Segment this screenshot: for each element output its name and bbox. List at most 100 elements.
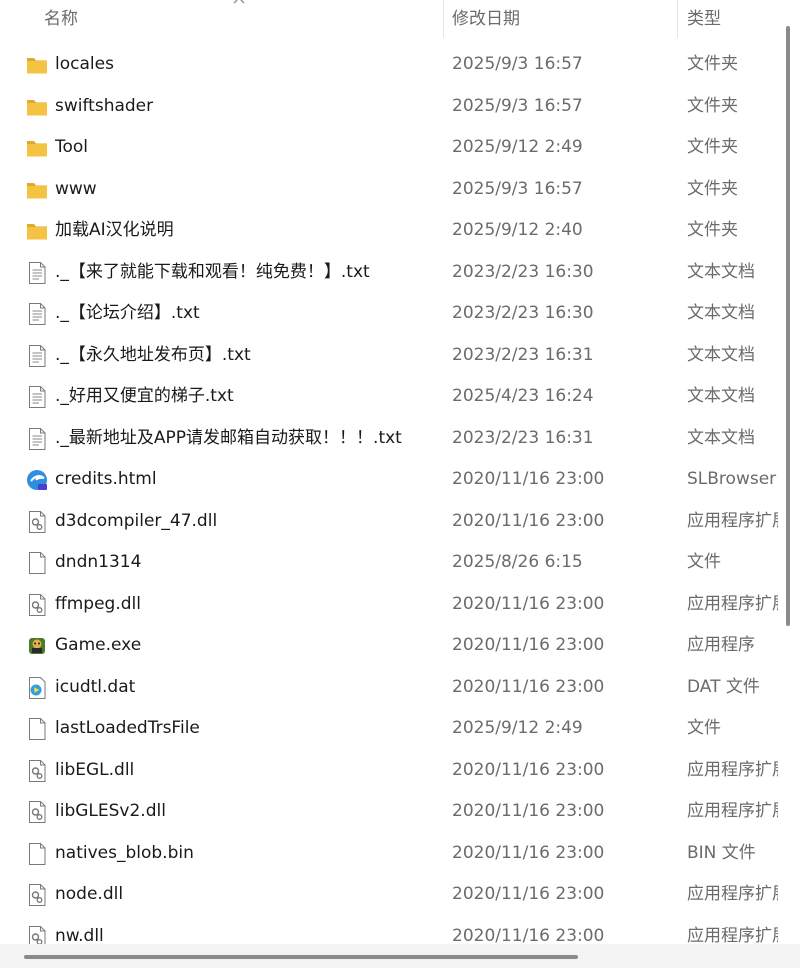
list-item[interactable]: Game.exe 2020/11/16 23:00 应用程序 — [0, 625, 778, 667]
file-name: dndn1314 — [55, 552, 142, 572]
list-item[interactable]: ._【永久地址发布页】.txt 2023/2/23 16:31 文本文档 — [0, 335, 778, 377]
list-item[interactable]: natives_blob.bin 2020/11/16 23:00 BIN 文件 — [0, 833, 778, 875]
list-item[interactable]: ._好用又便宜的梯子.txt 2025/4/23 16:24 文本文档 — [0, 376, 778, 418]
list-item[interactable]: 加载AI汉化说明 2025/9/12 2:40 文件夹 — [0, 210, 778, 252]
list-item[interactable]: locales 2025/9/3 16:57 文件夹 — [0, 44, 778, 86]
browser-icon — [26, 468, 48, 492]
modified-date: 2020/11/16 23:00 — [452, 759, 605, 780]
folder-icon — [26, 178, 48, 202]
file-name: libGLESv2.dll — [55, 801, 166, 821]
file-name: lastLoadedTrsFile — [55, 718, 200, 738]
file-name: ._好用又便宜的梯子.txt — [55, 386, 234, 406]
list-item[interactable]: d3dcompiler_47.dll 2020/11/16 23:00 应用程序扩展 — [0, 501, 778, 543]
modified-date: 2020/11/16 23:00 — [452, 635, 605, 655]
modified-date: 2023/2/23 16:31 — [452, 344, 594, 365]
modified-date: 2020/11/16 23:00 — [452, 676, 605, 697]
modified-date: 2025/8/26 6:15 — [452, 552, 583, 572]
modified-date: 2020/11/16 23:00 — [452, 884, 605, 904]
file-type: BIN 文件 — [687, 842, 756, 863]
file-type: 应用程序扩展 — [687, 593, 778, 614]
file-type: 应用程序扩展 — [687, 884, 778, 904]
file-type: 应用程序扩展 — [687, 510, 778, 531]
file-name: Game.exe — [55, 635, 142, 655]
modified-date: 2025/9/3 16:57 — [452, 95, 583, 116]
file-type: 文件夹 — [687, 137, 738, 157]
column-header: 名称 修改日期 类型 — [0, 0, 778, 38]
file-name: icudtl.dat — [55, 676, 136, 697]
vertical-scrollbar[interactable] — [778, 0, 800, 944]
date-column-header[interactable]: 修改日期 — [452, 0, 520, 38]
file-type: 文件 — [687, 552, 721, 572]
file-type: 文本文档 — [687, 261, 755, 282]
file-name: d3dcompiler_47.dll — [55, 510, 218, 531]
file-name: www — [55, 178, 97, 199]
dll-file-icon — [26, 593, 48, 617]
modified-date: 2025/9/3 16:57 — [452, 178, 583, 199]
modified-date: 2023/2/23 16:30 — [452, 303, 594, 323]
folder-icon — [26, 95, 48, 119]
file-name: locales — [55, 54, 114, 74]
file-name: natives_blob.bin — [55, 842, 194, 863]
file-type: 文本文档 — [687, 386, 755, 406]
modified-date: 2020/11/16 23:00 — [452, 510, 605, 531]
text-file-icon — [26, 427, 48, 451]
modified-date: 2020/11/16 23:00 — [452, 469, 605, 489]
file-name: 加载AI汉化说明 — [55, 220, 174, 240]
file-type: 应用程序扩展 — [687, 759, 778, 780]
list-item[interactable]: credits.html 2020/11/16 23:00 SLBrowser — [0, 459, 778, 501]
file-type: 文件夹 — [687, 220, 738, 240]
file-type: DAT 文件 — [687, 676, 760, 697]
text-file-icon — [26, 385, 48, 409]
list-item[interactable]: dndn1314 2025/8/26 6:15 文件 — [0, 542, 778, 584]
list-item[interactable]: libEGL.dll 2020/11/16 23:00 应用程序扩展 — [0, 750, 778, 792]
list-item[interactable]: ffmpeg.dll 2020/11/16 23:00 应用程序扩展 — [0, 584, 778, 626]
horizontal-scroll-thumb[interactable] — [24, 955, 578, 959]
modified-date: 2020/11/16 23:00 — [452, 801, 605, 821]
modified-date: 2023/2/23 16:30 — [452, 261, 594, 282]
dll-file-icon — [26, 883, 48, 907]
file-type: 文本文档 — [687, 427, 755, 448]
list-item[interactable]: ._【论坛介绍】.txt 2023/2/23 16:30 文本文档 — [0, 293, 778, 335]
file-type: 应用程序扩展 — [687, 801, 778, 821]
blank-file-icon — [26, 551, 48, 575]
list-item[interactable]: ._最新地址及APP请发邮箱自动获取！！！.txt 2023/2/23 16:31… — [0, 418, 778, 460]
list-item[interactable]: Tool 2025/9/12 2:49 文件夹 — [0, 127, 778, 169]
file-type: 文本文档 — [687, 344, 755, 365]
list-item[interactable]: icudtl.dat 2020/11/16 23:00 DAT 文件 — [0, 667, 778, 709]
list-item[interactable]: ._【来了就能下载和观看！纯免费！】.txt 2023/2/23 16:30 文本文… — [0, 252, 778, 294]
column-divider[interactable] — [443, 0, 444, 38]
list-item[interactable]: www 2025/9/3 16:57 文件夹 — [0, 169, 778, 211]
file-name: ._【来了就能下载和观看！纯免费！】.txt — [55, 261, 370, 282]
game-exe-icon — [26, 634, 48, 658]
text-file-icon — [26, 302, 48, 326]
modified-date: 2020/11/16 23:00 — [452, 842, 605, 863]
list-item[interactable]: swiftshader 2025/9/3 16:57 文件夹 — [0, 86, 778, 128]
vertical-scroll-thumb[interactable] — [786, 26, 790, 626]
text-file-icon — [26, 344, 48, 368]
modified-date: 2025/9/3 16:57 — [452, 54, 583, 74]
file-type: 文件夹 — [687, 54, 738, 74]
scrollbar-corner — [778, 944, 800, 968]
horizontal-scrollbar[interactable] — [0, 944, 778, 968]
folder-icon — [26, 53, 48, 77]
list-item[interactable]: lastLoadedTrsFile 2025/9/12 2:49 文件 — [0, 708, 778, 750]
dll-file-icon — [26, 800, 48, 824]
dll-file-icon — [26, 759, 48, 783]
file-name: swiftshader — [55, 95, 154, 116]
file-type: 文件夹 — [687, 95, 738, 116]
media-file-icon — [26, 676, 48, 700]
column-divider[interactable] — [677, 0, 678, 38]
file-type: SLBrowser — [687, 469, 777, 489]
file-name: ._【永久地址发布页】.txt — [55, 344, 251, 365]
folder-icon — [26, 219, 48, 243]
modified-date: 2020/11/16 23:00 — [452, 593, 605, 614]
list-item[interactable]: libGLESv2.dll 2020/11/16 23:00 应用程序扩展 — [0, 791, 778, 833]
file-type: 文件 — [687, 718, 721, 738]
type-column-header[interactable]: 类型 — [687, 0, 721, 38]
list-item[interactable]: node.dll 2020/11/16 23:00 应用程序扩展 — [0, 874, 778, 916]
modified-date: 2023/2/23 16:31 — [452, 427, 594, 448]
name-column-header[interactable]: 名称 — [44, 0, 78, 38]
file-name: ffmpeg.dll — [55, 593, 141, 614]
file-name: Tool — [55, 137, 89, 157]
text-file-icon — [26, 261, 48, 285]
